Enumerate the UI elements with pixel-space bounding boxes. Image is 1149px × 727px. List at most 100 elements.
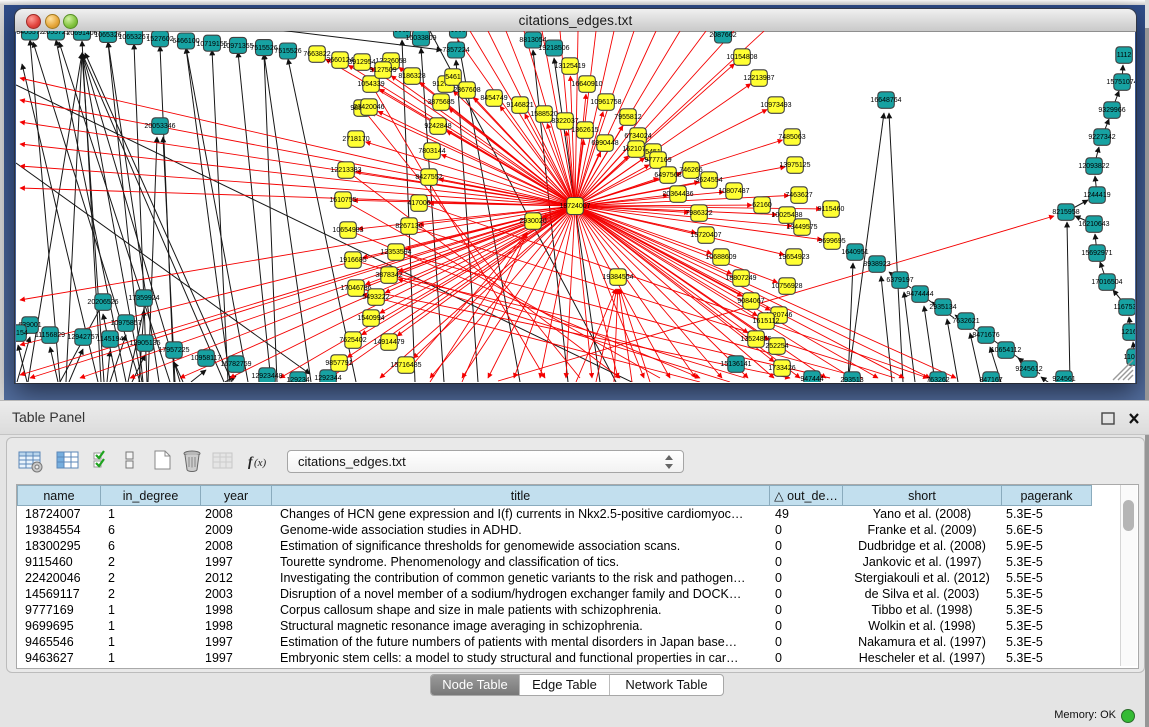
- svg-text:2930020: 2930020: [519, 218, 546, 225]
- svg-text:110753: 110753: [1124, 354, 1135, 361]
- svg-text:8186328: 8186328: [398, 73, 425, 80]
- svg-text:10756928: 10756928: [771, 283, 802, 290]
- svg-text:9146821: 9146821: [506, 102, 533, 109]
- svg-text:252254: 252254: [765, 343, 788, 350]
- svg-text:16210643: 16210643: [1078, 221, 1109, 228]
- svg-text:6734024: 6734024: [624, 133, 651, 140]
- svg-text:17046786: 17046786: [340, 285, 371, 292]
- svg-text:746266: 746266: [679, 167, 702, 174]
- svg-text:20691406: 20691406: [66, 31, 97, 37]
- svg-text:10971355: 10971355: [222, 43, 253, 50]
- svg-text:13449575: 13449575: [786, 224, 817, 231]
- svg-text:924561: 924561: [1052, 376, 1075, 382]
- svg-text:16648764: 16648764: [870, 97, 901, 104]
- svg-text:1244419: 1244419: [1083, 192, 1110, 199]
- svg-text:10154808: 10154808: [726, 54, 757, 61]
- svg-text:8322037: 8322037: [551, 118, 578, 125]
- svg-text:6379197: 6379197: [886, 277, 913, 284]
- svg-text:7625402: 7625402: [339, 337, 366, 344]
- svg-text:1292344: 1292344: [314, 375, 341, 382]
- svg-text:20206526: 20206526: [87, 299, 118, 306]
- svg-text:7955812: 7955812: [614, 114, 641, 121]
- svg-text:18807249: 18807249: [725, 275, 756, 282]
- svg-text:9115460: 9115460: [818, 206, 845, 213]
- svg-text:1603: 1603: [450, 31, 466, 34]
- svg-text:5493222: 5493222: [362, 294, 389, 301]
- svg-text:8405572: 8405572: [16, 31, 43, 36]
- svg-text:2367608: 2367608: [453, 87, 480, 94]
- svg-text:10688609: 10688609: [705, 254, 736, 261]
- svg-text:14914479: 14914479: [373, 339, 404, 346]
- svg-text:13975125: 13975125: [779, 162, 810, 169]
- svg-text:9474444: 9474444: [906, 291, 933, 298]
- svg-text:129234: 129234: [286, 377, 309, 382]
- svg-text:6990448: 6990448: [591, 140, 618, 147]
- svg-text:11156829: 11156829: [35, 332, 65, 339]
- svg-text:9084067: 9084067: [737, 298, 764, 305]
- svg-text:15716485: 15716485: [390, 362, 421, 369]
- svg-text:7803144: 7803144: [418, 148, 445, 155]
- svg-text:2087662: 2087662: [709, 32, 736, 39]
- svg-text:8471676: 8471676: [972, 332, 999, 339]
- svg-text:12923448: 12923448: [251, 373, 282, 380]
- svg-text:947444: 947444: [800, 376, 823, 382]
- svg-text:15692971: 15692971: [1081, 250, 1112, 257]
- svg-text:9245612: 9245612: [1015, 366, 1042, 373]
- svg-text:1362615: 1362615: [571, 127, 598, 134]
- svg-text:1588520: 1588520: [530, 111, 557, 118]
- svg-text:3912954: 3912954: [348, 59, 375, 66]
- svg-text:8454749: 8454749: [480, 95, 507, 102]
- svg-text:8267130: 8267130: [395, 223, 422, 230]
- svg-text:23420046: 23420046: [353, 104, 384, 111]
- svg-text:1167534: 1167534: [1114, 304, 1135, 311]
- svg-text:12905135: 12905135: [129, 340, 160, 347]
- svg-text:7986322: 7986322: [685, 210, 712, 217]
- svg-text:12213383: 12213383: [330, 167, 361, 174]
- svg-text:9242848: 9242848: [424, 123, 451, 130]
- svg-text:17957225: 17957225: [158, 347, 189, 354]
- svg-text:8215958: 8215958: [1052, 209, 1079, 216]
- svg-text:2718170: 2718170: [342, 136, 369, 143]
- svg-text:3624554: 3624554: [695, 177, 722, 184]
- svg-text:39154: 39154: [16, 330, 28, 337]
- svg-text:1640951: 1640951: [841, 249, 868, 256]
- svg-text:10975857: 10975857: [110, 320, 141, 327]
- svg-text:9329966: 9329966: [1098, 107, 1125, 114]
- svg-text:7463627: 7463627: [785, 192, 812, 199]
- svg-text:10025438: 10025438: [771, 212, 802, 219]
- svg-text:1916685: 1916685: [339, 257, 366, 264]
- svg-text:10653267: 10653267: [118, 34, 149, 41]
- svg-text:10654983: 10654983: [332, 227, 363, 234]
- svg-text:12093822: 12093822: [1078, 163, 1109, 170]
- svg-text:10807487: 10807487: [718, 188, 749, 195]
- svg-text:13524855: 13524855: [740, 336, 771, 343]
- svg-text:18724007: 18724007: [559, 203, 590, 210]
- svg-text:8813054: 8813054: [519, 37, 546, 44]
- svg-text:1145194: 1145194: [97, 336, 124, 343]
- svg-text:10961758: 10961758: [590, 99, 621, 106]
- svg-text:13125419: 13125419: [554, 63, 585, 70]
- svg-text:19654923: 19654923: [778, 254, 809, 261]
- svg-text:7357224: 7357224: [442, 47, 469, 54]
- svg-text:1112: 1112: [1117, 52, 1132, 59]
- svg-text:293513: 293513: [840, 377, 863, 382]
- svg-text:8938923: 8938923: [863, 261, 890, 268]
- svg-text:10958117: 10958117: [191, 355, 222, 362]
- svg-text:15136141: 15136141: [720, 361, 751, 368]
- svg-text:2935134: 2935134: [929, 304, 956, 311]
- svg-text:7485063: 7485063: [778, 134, 805, 141]
- svg-text:7515526: 7515526: [274, 48, 301, 55]
- svg-text:15751074: 15751074: [1106, 79, 1135, 86]
- svg-text:3878342: 3878342: [375, 272, 402, 279]
- svg-text:16782759: 16782759: [220, 361, 251, 368]
- svg-text:10654112: 10654112: [991, 347, 1022, 354]
- svg-text:15720407: 15720407: [690, 232, 721, 239]
- svg-text:17359924: 17359924: [128, 295, 159, 302]
- svg-text:9227342: 9227342: [1088, 134, 1115, 141]
- svg-text:12213987: 12213987: [743, 75, 774, 82]
- svg-text:62160: 62160: [752, 202, 772, 209]
- svg-text:1615112: 1615112: [753, 318, 780, 325]
- svg-text:9857791: 9857791: [325, 360, 352, 367]
- svg-text:1733426: 1733426: [768, 365, 795, 372]
- svg-text:20364436: 20364436: [662, 191, 693, 198]
